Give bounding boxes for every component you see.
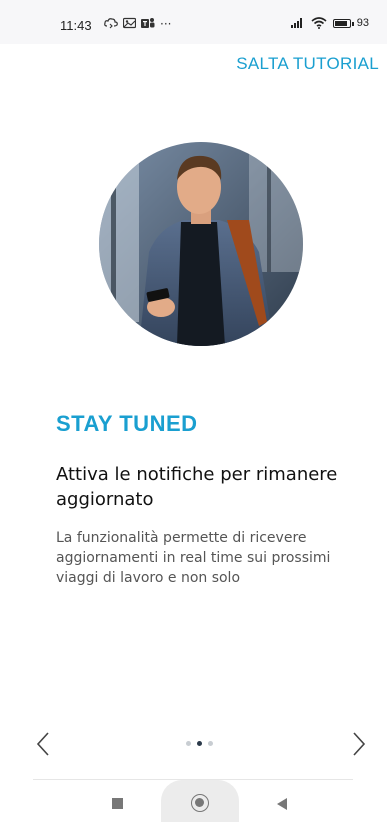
battery-percent: 93 [356, 17, 369, 29]
signal-icon [290, 18, 302, 28]
battery-icon [332, 18, 354, 28]
photo-icon [123, 17, 136, 29]
teams-icon [141, 18, 155, 28]
slide-headline: STAY TUNED [56, 411, 198, 436]
page-dot [197, 741, 202, 746]
home-button[interactable] [161, 780, 239, 822]
cloud-sync-icon [104, 18, 118, 29]
tutorial-screen: 11:43 ··· 93 SALTA TUTORIAL STAY TUNED A… [0, 0, 387, 822]
system-icons: 93 [290, 17, 369, 29]
wifi-icon [311, 17, 327, 29]
notification-icons: ··· [104, 17, 171, 31]
system-nav-bar [0, 780, 387, 822]
slide-description: La funzionalità permette di ricevere agg… [56, 530, 331, 586]
back-icon[interactable] [277, 798, 287, 810]
hero-photo [99, 142, 303, 346]
page-indicator [186, 741, 213, 746]
more-icon: ··· [160, 17, 172, 31]
page-dot [208, 741, 213, 746]
status-time: 11:43 [60, 18, 92, 33]
home-icon [191, 794, 209, 812]
recents-icon[interactable] [112, 798, 123, 809]
hero-image [99, 142, 303, 346]
page-dot [186, 741, 191, 746]
next-slide-button[interactable] [348, 730, 368, 758]
slide-subtitle: Attiva le notifiche per rimanere aggiorn… [56, 464, 338, 510]
status-bar: 11:43 ··· 93 [0, 0, 387, 44]
skip-tutorial-button[interactable]: SALTA TUTORIAL [236, 54, 379, 74]
previous-slide-button[interactable] [34, 730, 54, 758]
